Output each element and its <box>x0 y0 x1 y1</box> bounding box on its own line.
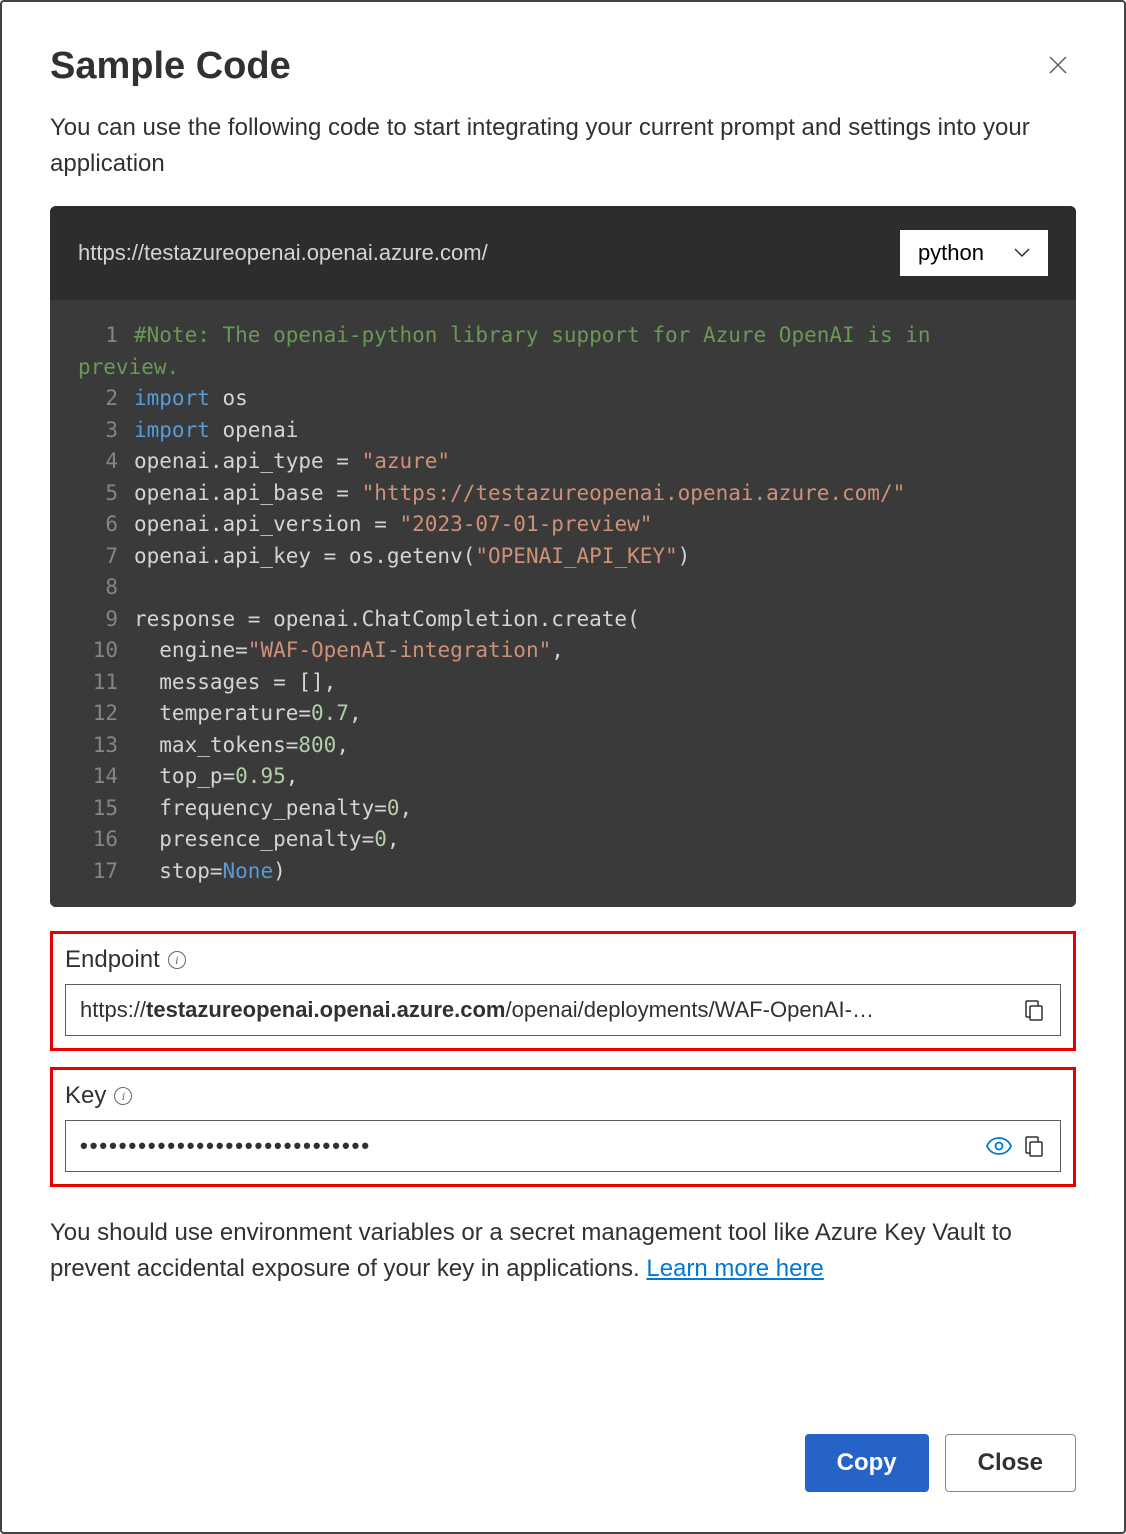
sample-code-dialog: Sample Code You can use the following co… <box>0 0 1126 1534</box>
code-line: 3import openai <box>78 415 1048 447</box>
code-line: 8 <box>78 572 1048 604</box>
code-line: 10 engine="WAF-OpenAI-integration", <box>78 635 1048 667</box>
dialog-header: Sample Code <box>2 2 1124 110</box>
key-value: •••••••••••••••••••••••••••••• <box>80 1133 976 1159</box>
language-select[interactable]: python <box>900 230 1048 276</box>
code-line: 6openai.api_version = "2023-07-01-previe… <box>78 509 1048 541</box>
close-icon[interactable] <box>1040 42 1076 90</box>
key-label-text: Key <box>65 1082 106 1110</box>
dialog-footer: Copy Close <box>2 1422 1124 1532</box>
code-line: 11 messages = [], <box>78 667 1048 699</box>
code-line: 15 frequency_penalty=0, <box>78 793 1048 825</box>
chevron-down-icon <box>1014 245 1030 261</box>
copy-button[interactable]: Copy <box>805 1434 929 1492</box>
code-line: 17 stop=None) <box>78 856 1048 888</box>
code-line: 1#Note: The openai-python library suppor… <box>78 320 1048 352</box>
code-line: 16 presence_penalty=0, <box>78 824 1048 856</box>
code-line: 4openai.api_type = "azure" <box>78 446 1048 478</box>
code-header: https://testazureopenai.openai.azure.com… <box>50 206 1076 300</box>
copy-icon[interactable] <box>1022 1134 1046 1158</box>
close-button[interactable]: Close <box>945 1434 1076 1492</box>
endpoint-value: https://testazureopenai.openai.azure.com… <box>80 997 1012 1023</box>
disclaimer-text: You should use environment variables or … <box>50 1219 1012 1282</box>
code-endpoint-url: https://testazureopenai.openai.azure.com… <box>78 240 488 266</box>
info-icon[interactable]: i <box>168 951 186 969</box>
dialog-title: Sample Code <box>50 45 291 88</box>
language-select-value: python <box>918 240 984 266</box>
endpoint-field-group: Endpoint i https://testazureopenai.opena… <box>50 931 1076 1051</box>
key-field-group: Key i •••••••••••••••••••••••••••••• <box>50 1067 1076 1187</box>
dialog-description: You can use the following code to start … <box>2 110 1124 206</box>
key-label: Key i <box>65 1082 1061 1110</box>
code-line: 9response = openai.ChatCompletion.create… <box>78 604 1048 636</box>
code-line: 7openai.api_key = os.getenv("OPENAI_API_… <box>78 541 1048 573</box>
code-container: https://testazureopenai.openai.azure.com… <box>50 206 1076 907</box>
learn-more-link[interactable]: Learn more here <box>646 1255 823 1282</box>
endpoint-input[interactable]: https://testazureopenai.openai.azure.com… <box>65 984 1061 1036</box>
endpoint-label-text: Endpoint <box>65 946 160 974</box>
eye-icon[interactable] <box>986 1137 1012 1155</box>
code-line: 12 temperature=0.7, <box>78 698 1048 730</box>
info-icon[interactable]: i <box>114 1087 132 1105</box>
code-line: 5openai.api_base = "https://testazureope… <box>78 478 1048 510</box>
copy-icon[interactable] <box>1022 998 1046 1022</box>
code-line: 2import os <box>78 383 1048 415</box>
key-input[interactable]: •••••••••••••••••••••••••••••• <box>65 1120 1061 1172</box>
code-block[interactable]: 1#Note: The openai-python library suppor… <box>50 300 1076 907</box>
code-line: 14 top_p=0.95, <box>78 761 1048 793</box>
disclaimer: You should use environment variables or … <box>2 1203 1124 1311</box>
code-line: 13 max_tokens=800, <box>78 730 1048 762</box>
endpoint-label: Endpoint i <box>65 946 1061 974</box>
code-line: preview. <box>78 352 1048 384</box>
